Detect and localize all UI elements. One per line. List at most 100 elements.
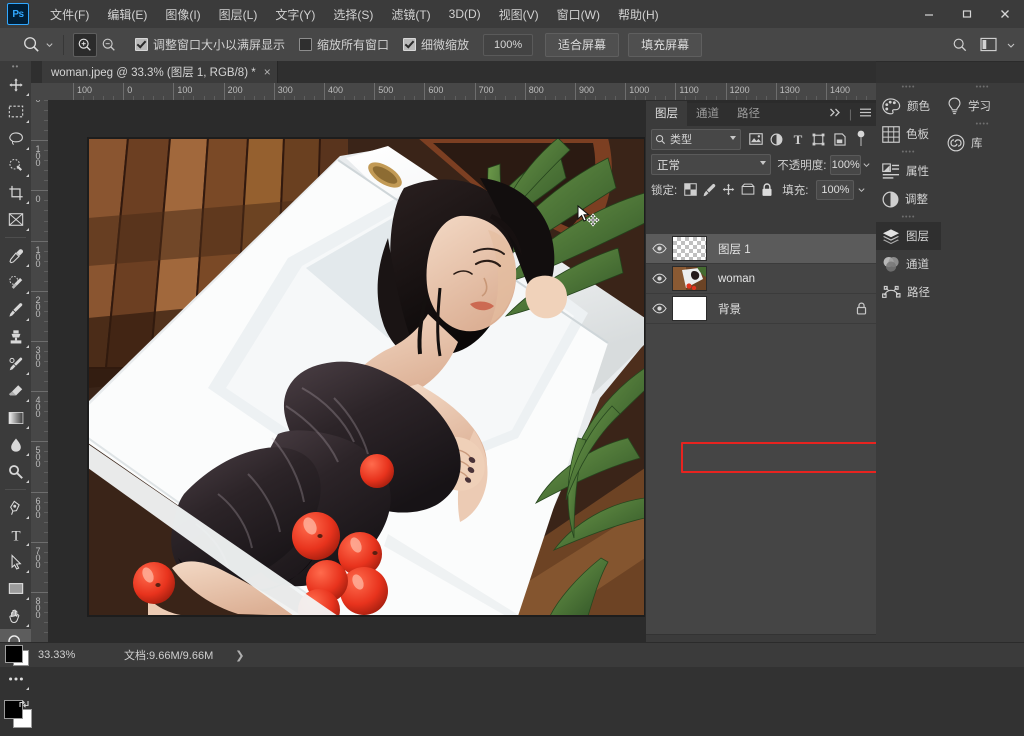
chevron-down-icon[interactable] [730,136,736,140]
dock-adjustments[interactable]: 调整 [876,185,941,213]
resize-window-option[interactable]: 调整窗口大小以满屏显示 [135,36,299,53]
dock-grip[interactable]: •••• [941,120,1024,129]
layers-list[interactable]: 图层 1 [646,234,877,635]
dock-layers[interactable]: 图层 [876,222,941,250]
close-icon[interactable]: × [264,65,271,79]
healing-brush-tool[interactable] [0,269,31,296]
path-selection-tool[interactable] [0,548,31,575]
search-button[interactable] [948,33,972,57]
zoom-in-button[interactable] [73,33,97,57]
dock-grip[interactable]: •••• [876,148,941,157]
lock-image-pixels-icon[interactable] [700,180,719,199]
dock-swatches[interactable]: 色板 [876,120,941,148]
zoom-out-button[interactable] [97,33,121,57]
type-tool[interactable]: T [0,521,31,548]
more-tools-button[interactable] [0,665,31,692]
dodge-tool[interactable] [0,458,31,485]
filter-enable-toggle[interactable] [850,129,871,149]
document-canvas-image[interactable] [88,138,645,616]
dock-channels[interactable]: 通道 [876,250,941,278]
brush-tool[interactable] [0,296,31,323]
layer-row-1[interactable]: 图层 1 [646,234,877,264]
chevron-down-icon[interactable] [760,161,766,165]
filter-shape-icon[interactable] [808,129,829,149]
menu-image[interactable]: 图像(I) [156,2,209,27]
double-chevron-right-icon[interactable] [829,107,842,121]
lasso-tool[interactable] [0,125,31,152]
fill-caret[interactable] [854,181,868,199]
opacity-input[interactable]: 100% [830,155,860,175]
zoom-all-windows-checkbox[interactable] [299,38,312,51]
ruler-corner[interactable] [31,83,49,101]
crop-tool[interactable] [0,179,31,206]
vertical-ruler[interactable]: 01000100200300400500600700800900 [31,100,49,643]
lock-all-icon[interactable] [757,180,776,199]
dock-grip[interactable]: •••• [876,213,941,222]
dock-libraries[interactable]: 库 [941,129,1024,157]
clone-stamp-tool[interactable] [0,323,31,350]
filter-pixel-icon[interactable] [745,129,766,149]
pen-tool[interactable] [0,494,31,521]
maximize-icon[interactable] [948,0,986,28]
minimize-icon[interactable] [910,0,948,28]
workspace-button[interactable] [976,33,1000,57]
lock-position-icon[interactable] [719,180,738,199]
shape-tool[interactable] [0,575,31,602]
dock-grip[interactable]: •••• [876,83,941,92]
close-icon[interactable] [986,0,1024,28]
lock-artboard-nesting-icon[interactable] [738,180,757,199]
layer-thumbnail-photo[interactable] [672,266,707,291]
quick-selection-tool[interactable] [0,152,31,179]
gradient-tool[interactable] [0,404,31,431]
zoom-all-windows-option[interactable]: 缩放所有窗口 [299,36,403,53]
dock-grip[interactable]: •••• [941,83,1024,92]
document-tab[interactable]: woman.jpeg @ 33.3% (图层 1, RGB/8) * × [42,61,278,83]
scrubby-zoom-option[interactable]: 细微缩放 [403,36,483,53]
lock-transparent-pixels-icon[interactable] [681,180,700,199]
workspace-caret[interactable] [1004,40,1018,50]
history-brush-tool[interactable] [0,350,31,377]
menu-file[interactable]: 文件(F) [41,2,98,27]
scrubby-zoom-checkbox[interactable] [403,38,416,51]
layer-thumbnail-white[interactable] [672,296,707,321]
layer-name[interactable]: woman [718,273,755,285]
layer-row-3[interactable]: 背景 [646,294,877,324]
tab-layers[interactable]: 图层 [646,101,687,126]
filter-smart-object-icon[interactable] [829,129,850,149]
menu-help[interactable]: 帮助(H) [609,2,668,27]
toolbar-grip[interactable]: •• [0,61,31,71]
menu-edit[interactable]: 编辑(E) [98,2,156,27]
fill-screen-button[interactable]: 填充屏幕 [628,33,702,57]
hand-tool[interactable] [0,602,31,629]
dock-properties[interactable]: 属性 [876,157,941,185]
menu-3d[interactable]: 3D(D) [440,3,490,25]
opacity-caret[interactable] [861,156,872,174]
dock-color[interactable]: 颜色 [876,92,941,120]
blur-tool[interactable] [0,431,31,458]
menu-window[interactable]: 窗口(W) [548,2,609,27]
layer-row-2[interactable]: woman [646,264,877,294]
menu-select[interactable]: 选择(S) [324,2,382,27]
layer-visibility-toggle[interactable] [646,234,672,263]
layer-visibility-toggle[interactable] [646,264,672,293]
chevron-right-icon[interactable]: ❯ [235,649,244,662]
filter-type-select[interactable]: 类型 [651,129,741,150]
frame-tool[interactable] [0,206,31,233]
menu-type[interactable]: 文字(Y) [266,2,324,27]
eraser-tool[interactable] [0,377,31,404]
zoom-percent-field[interactable]: 100% [483,34,533,56]
current-tool-indicator[interactable] [22,35,54,54]
layer-name[interactable]: 背景 [718,301,741,317]
status-zoom-value[interactable]: 33.33% [38,649,106,661]
layer-thumbnail-transparent[interactable] [672,236,707,261]
eyedropper-tool[interactable] [0,242,31,269]
marquee-tool[interactable] [0,98,31,125]
hamburger-menu-icon[interactable] [859,107,872,121]
resize-window-checkbox[interactable] [135,38,148,51]
fit-screen-button[interactable]: 适合屏幕 [545,33,619,57]
tab-paths[interactable]: 路径 [728,101,769,126]
dock-learn[interactable]: 学习 [941,92,1024,120]
color-swatches[interactable] [0,696,31,736]
menu-layer[interactable]: 图层(L) [210,2,267,27]
dock-paths[interactable]: 路径 [876,278,941,306]
